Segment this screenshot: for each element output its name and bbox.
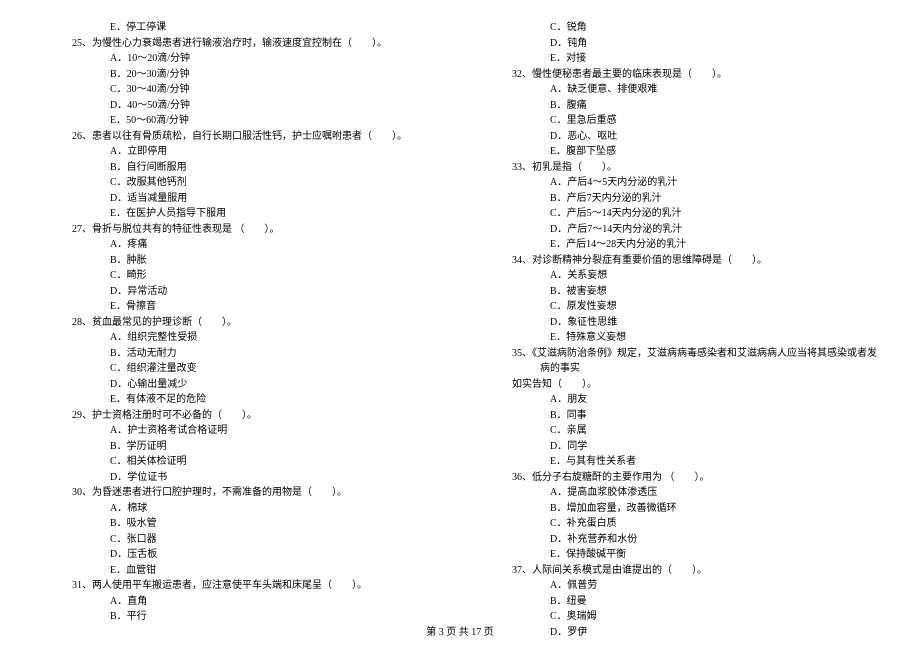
option: C．畸形 — [40, 268, 440, 284]
option: E．特殊意义妄想 — [480, 330, 880, 346]
option: C．相关体检证明 — [40, 454, 440, 470]
question-continuation: 如实告知（ ）。 — [480, 377, 880, 393]
option: C．改服其他钙剂 — [40, 175, 440, 191]
question-text: 31、两人使用平车搬运患者，应注意使平车头端和床尾呈（ ）。 — [40, 578, 440, 594]
option: A．产后4～5天内分泌的乳汁 — [480, 175, 880, 191]
option: A．缺乏便意、排便艰难 — [480, 82, 880, 98]
option: B．腹痛 — [480, 98, 880, 114]
option: B．同事 — [480, 408, 880, 424]
left-column: E．停工停课 25、为慢性心力衰竭患者进行输液治疗时，输液速度宜控制在（ ）。 … — [40, 20, 440, 615]
option: A．佩普劳 — [480, 578, 880, 594]
question-text: 25、为慢性心力衰竭患者进行输液治疗时，输液速度宜控制在（ ）。 — [40, 36, 440, 52]
option: D．罗伊 — [480, 625, 880, 641]
option: C．奥瑞姆 — [480, 609, 880, 625]
option: D．40～50滴/分钟 — [40, 98, 440, 114]
option: D．异常活动 — [40, 284, 440, 300]
option: D．补充营养和水份 — [480, 532, 880, 548]
question-text: 32、慢性便秘患者最主要的临床表现是（ ）。 — [480, 67, 880, 83]
option: A．立即停用 — [40, 144, 440, 160]
option: C．里急后重感 — [480, 113, 880, 129]
option: B．增加血容量，改善微循环 — [480, 501, 880, 517]
option: C．补充蛋白质 — [480, 516, 880, 532]
option: D．钝角 — [480, 36, 880, 52]
option: A．10～20滴/分钟 — [40, 51, 440, 67]
option: C．产后5～14天内分泌的乳汁 — [480, 206, 880, 222]
option: A．直角 — [40, 594, 440, 610]
option: D．产后7～14天内分泌的乳汁 — [480, 222, 880, 238]
option: E．50～60滴/分钟 — [40, 113, 440, 129]
option: E．对接 — [480, 51, 880, 67]
option: B．纽曼 — [480, 594, 880, 610]
option: C．原发性妄想 — [480, 299, 880, 315]
option: C．张口器 — [40, 532, 440, 548]
option: D．适当减量服用 — [40, 191, 440, 207]
option: A．提高血浆胶体渗透压 — [480, 485, 880, 501]
option: D．压舌板 — [40, 547, 440, 563]
option: D．象征性思维 — [480, 315, 880, 331]
question-text: 27、骨折与脱位共有的特征性表现是 （ ）。 — [40, 222, 440, 238]
option: A．棉球 — [40, 501, 440, 517]
option: D．心输出量减少 — [40, 377, 440, 393]
question-text: 28、贫血最常见的护理诊断（ ）。 — [40, 315, 440, 331]
option: D．学位证书 — [40, 470, 440, 486]
option: E．停工停课 — [40, 20, 440, 36]
option: C．组织灌注量改变 — [40, 361, 440, 377]
option: E．腹部下坠感 — [480, 144, 880, 160]
option: E．保持酸碱平衡 — [480, 547, 880, 563]
option: A．组织完整性受损 — [40, 330, 440, 346]
question-text: 26、患者以往有骨质疏松，自行长期口服活性钙，护士应嘱咐患者（ ）。 — [40, 129, 440, 145]
option: C．锐角 — [480, 20, 880, 36]
question-text: 36、低分子右旋糖酐的主要作用为 （ ）。 — [480, 470, 880, 486]
option: B．平行 — [40, 609, 440, 625]
option: A．朋友 — [480, 392, 880, 408]
option: E．在医护人员指导下服用 — [40, 206, 440, 222]
option: B．20～30滴/分钟 — [40, 67, 440, 83]
option: B．学历证明 — [40, 439, 440, 455]
question-text: 35、《艾滋病防治条例》规定，艾滋病病毒感染者和艾滋病病人应当将其感染或者发病的… — [480, 346, 880, 377]
option: B．吸水管 — [40, 516, 440, 532]
option: E．与其有性关系者 — [480, 454, 880, 470]
question-text: 29、护士资格注册时可不必备的（ ）。 — [40, 408, 440, 424]
right-column: C．锐角 D．钝角 E．对接 32、慢性便秘患者最主要的临床表现是（ ）。 A．… — [480, 20, 880, 615]
question-text: 30、为昏迷患者进行口腔护理时，不需准备的用物是（ ）。 — [40, 485, 440, 501]
option: A．疼痛 — [40, 237, 440, 253]
question-text: 34、对诊断精神分裂症有重要价值的思维障碍是（ ）。 — [480, 253, 880, 269]
question-text: 37、人际间关系模式是由谁提出的（ ）。 — [480, 563, 880, 579]
option: E．骨擦音 — [40, 299, 440, 315]
option: C．亲属 — [480, 423, 880, 439]
option: E．有体液不足的危险 — [40, 392, 440, 408]
question-text: 33、初乳是指（ ）。 — [480, 160, 880, 176]
option: B．活动无耐力 — [40, 346, 440, 362]
option: D．恶心、呕吐 — [480, 129, 880, 145]
option: B．产后7天内分泌的乳汁 — [480, 191, 880, 207]
option: A．关系妄想 — [480, 268, 880, 284]
option: A．护士资格考试合格证明 — [40, 423, 440, 439]
option: B．被害妄想 — [480, 284, 880, 300]
option: E．血管钳 — [40, 563, 440, 579]
option: B．自行间断服用 — [40, 160, 440, 176]
option: B．肿胀 — [40, 253, 440, 269]
option: E．产后14～28天内分泌的乳汁 — [480, 237, 880, 253]
option: C．30～40滴/分钟 — [40, 82, 440, 98]
option: D．同学 — [480, 439, 880, 455]
